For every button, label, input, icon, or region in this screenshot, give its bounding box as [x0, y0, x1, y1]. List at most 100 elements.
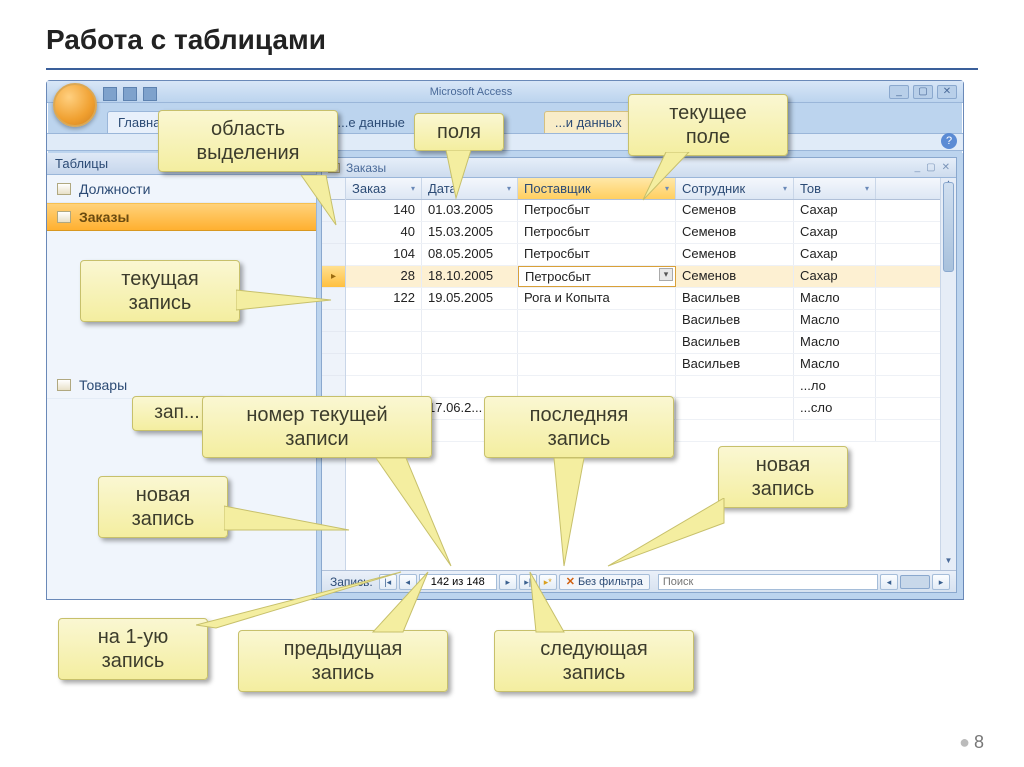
cell-sotr[interactable]: Семенов [676, 222, 794, 243]
cell-tov[interactable]: Масло [794, 288, 876, 309]
cell-post[interactable]: Петросбыт [518, 266, 676, 287]
table-row[interactable]: ...ло [346, 376, 956, 398]
row-selector[interactable] [322, 354, 345, 376]
cell-tov[interactable]: ...ло [794, 376, 876, 397]
help-icon[interactable]: ? [941, 133, 957, 149]
next-record-button[interactable]: ▸ [499, 574, 517, 590]
table-row[interactable]: ВасильевМасло [346, 354, 956, 376]
callout-selection-area: областьвыделения [158, 110, 338, 172]
tail-next-record [524, 570, 574, 635]
cell-zakaz[interactable]: 140 [346, 200, 422, 221]
quick-access-toolbar [103, 85, 157, 103]
cell-post[interactable] [518, 332, 676, 353]
cell-zakaz[interactable]: 28 [346, 266, 422, 287]
col-header-zakaz[interactable]: Заказ▾ [346, 178, 422, 199]
table-row[interactable]: ВасильевМасло [346, 332, 956, 354]
cell-sotr[interactable]: Семенов [676, 200, 794, 221]
cell-post[interactable] [518, 376, 676, 397]
office-button[interactable] [53, 83, 97, 127]
cell-zakaz[interactable] [346, 310, 422, 331]
cell-post[interactable] [518, 354, 676, 375]
cell-post[interactable]: Петросбыт [518, 244, 676, 265]
row-selector[interactable] [322, 244, 345, 266]
cell-sotr[interactable] [676, 376, 794, 397]
cell-sotr[interactable]: Семенов [676, 266, 794, 287]
row-selector[interactable] [322, 332, 345, 354]
tail-prev-record [368, 570, 438, 635]
cell-data[interactable]: 19.05.2005 [422, 288, 518, 309]
sub-minimize[interactable]: _ [915, 162, 921, 173]
callout-current-field: текущееполе [628, 94, 788, 156]
cell-data[interactable] [422, 354, 518, 375]
tab-external-data[interactable]: ...е данные [326, 111, 415, 135]
horizontal-scrollbar[interactable]: ◂▸ [880, 574, 952, 590]
cell-zakaz[interactable]: 40 [346, 222, 422, 243]
tail-selection-area [281, 175, 351, 230]
cell-zakaz[interactable] [346, 354, 422, 375]
nav-item-1[interactable]: Заказы [47, 203, 316, 231]
callout-prev-record: предыдущаязапись [238, 630, 448, 692]
callout-next-record: следующаязапись [494, 630, 694, 692]
table-row[interactable]: 10408.05.2005ПетросбытСеменовСахар [346, 244, 956, 266]
titlebar: Microsoft Access _ ▢ ✕ [47, 81, 963, 103]
cell-tov[interactable]: Масло [794, 310, 876, 331]
cell-data[interactable]: 15.03.2005 [422, 222, 518, 243]
close-button[interactable]: ✕ [937, 85, 957, 99]
sub-maximize[interactable]: ▢ [926, 162, 935, 173]
row-selector[interactable] [322, 376, 345, 398]
cell-data[interactable]: 18.10.2005 [422, 266, 518, 287]
cell-data[interactable]: 01.03.2005 [422, 200, 518, 221]
cell-tov[interactable]: Сахар [794, 244, 876, 265]
cell-zakaz[interactable] [346, 376, 422, 397]
table-row[interactable]: 14001.03.2005ПетросбытСеменовСахар [346, 200, 956, 222]
vertical-scrollbar[interactable]: ▲▼ [940, 178, 956, 570]
cell-tov[interactable]: Сахар [794, 200, 876, 221]
callout-last-record: последняязапись [484, 396, 674, 458]
cell-post[interactable] [518, 310, 676, 331]
nav-item-2[interactable]: Товары [47, 371, 316, 399]
cell-zakaz[interactable] [346, 332, 422, 353]
cell-data[interactable] [422, 376, 518, 397]
save-icon[interactable] [103, 87, 117, 101]
cell-tov[interactable]: Масло [794, 354, 876, 375]
cell-post[interactable]: Рога и Копыта [518, 288, 676, 309]
col-header-tov[interactable]: Тов▾ [794, 178, 876, 199]
cell-zakaz[interactable]: 122 [346, 288, 422, 309]
table-icon [57, 211, 71, 223]
sub-close[interactable]: ✕ [942, 162, 950, 173]
tail-new-record-left [224, 500, 354, 540]
table-row[interactable]: 2818.10.2005ПетросбытСеменовСахар [346, 266, 956, 288]
cell-sotr[interactable]: Васильев [676, 354, 794, 375]
tail-fields [436, 150, 486, 200]
cell-sotr[interactable]: Васильев [676, 310, 794, 331]
cell-data[interactable] [422, 310, 518, 331]
cell-sotr[interactable]: Васильев [676, 332, 794, 353]
cell-tov[interactable]: Сахар [794, 222, 876, 243]
cell-zakaz[interactable]: 104 [346, 244, 422, 265]
callout-current-record: текущаязапись [80, 260, 240, 322]
table-row[interactable]: ВасильевМасло [346, 310, 956, 332]
tail-last-record [546, 458, 596, 568]
cell-tov[interactable]: Масло [794, 332, 876, 353]
table-row[interactable]: 4015.03.2005ПетросбытСеменовСахар [346, 222, 956, 244]
cell-tov[interactable]: Сахар [794, 266, 876, 287]
cell-post[interactable]: Петросбыт [518, 200, 676, 221]
cell-data[interactable]: 08.05.2005 [422, 244, 518, 265]
cell-sotr[interactable]: Васильев [676, 288, 794, 309]
record-search-input[interactable] [658, 574, 878, 590]
table-row[interactable]: 12219.05.2005Рога и КопытаВасильевМасло [346, 288, 956, 310]
maximize-button[interactable]: ▢ [913, 85, 933, 99]
nav-item-0[interactable]: Должности [47, 175, 316, 203]
minimize-button[interactable]: _ [889, 85, 909, 99]
cell-post[interactable]: Петросбыт [518, 222, 676, 243]
cell-sotr[interactable]: Семенов [676, 244, 794, 265]
undo-icon[interactable] [123, 87, 137, 101]
cell-tov[interactable]: ...сло [794, 398, 876, 419]
redo-icon[interactable] [143, 87, 157, 101]
col-header-sotr[interactable]: Сотрудник▾ [676, 178, 794, 199]
tail-new-record-right [606, 498, 726, 570]
cell-sotr[interactable] [676, 398, 794, 419]
cell-data[interactable] [422, 332, 518, 353]
tab-data-tools[interactable]: ...и данных [544, 111, 633, 135]
page-number: 8 [959, 732, 984, 753]
